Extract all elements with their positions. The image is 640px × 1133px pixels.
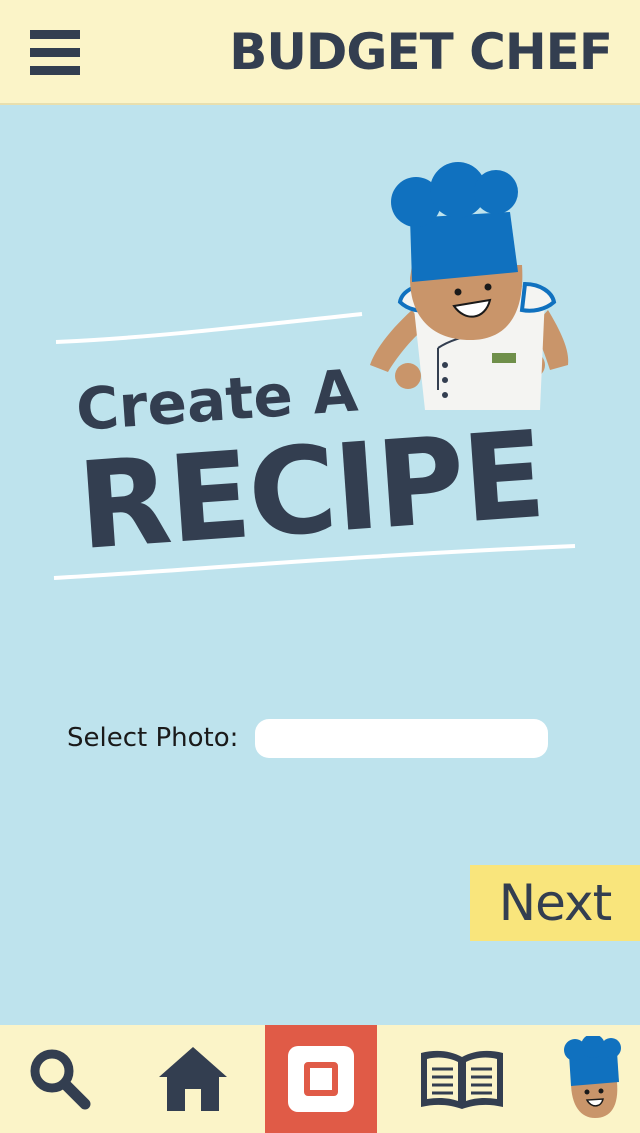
- book-icon: [421, 1050, 503, 1109]
- select-photo-label: Select Photo:: [67, 723, 239, 753]
- tab-recipe-book[interactable]: [377, 1025, 547, 1133]
- chef-illustration: [370, 162, 569, 410]
- hamburger-menu-icon[interactable]: [30, 28, 82, 78]
- create-recipe-icon: [288, 1046, 354, 1112]
- top-wave-line: [55, 312, 363, 344]
- next-button[interactable]: Next: [470, 865, 640, 941]
- app-title: BUDGET CHEF: [229, 23, 613, 81]
- tab-profile[interactable]: [547, 1025, 640, 1133]
- home-icon: [158, 1047, 227, 1111]
- search-icon: [30, 1049, 91, 1110]
- create-recipe-hero: Create A RECIPE: [53, 162, 576, 580]
- tab-search[interactable]: [0, 1025, 120, 1133]
- select-photo-input[interactable]: [255, 719, 548, 758]
- tab-create-recipe[interactable]: [265, 1025, 377, 1133]
- bottom-tab-bar: [0, 1025, 640, 1133]
- app-header: BUDGET CHEF: [0, 0, 640, 105]
- tab-home[interactable]: [120, 1025, 265, 1133]
- chef-profile-icon: [563, 1036, 621, 1118]
